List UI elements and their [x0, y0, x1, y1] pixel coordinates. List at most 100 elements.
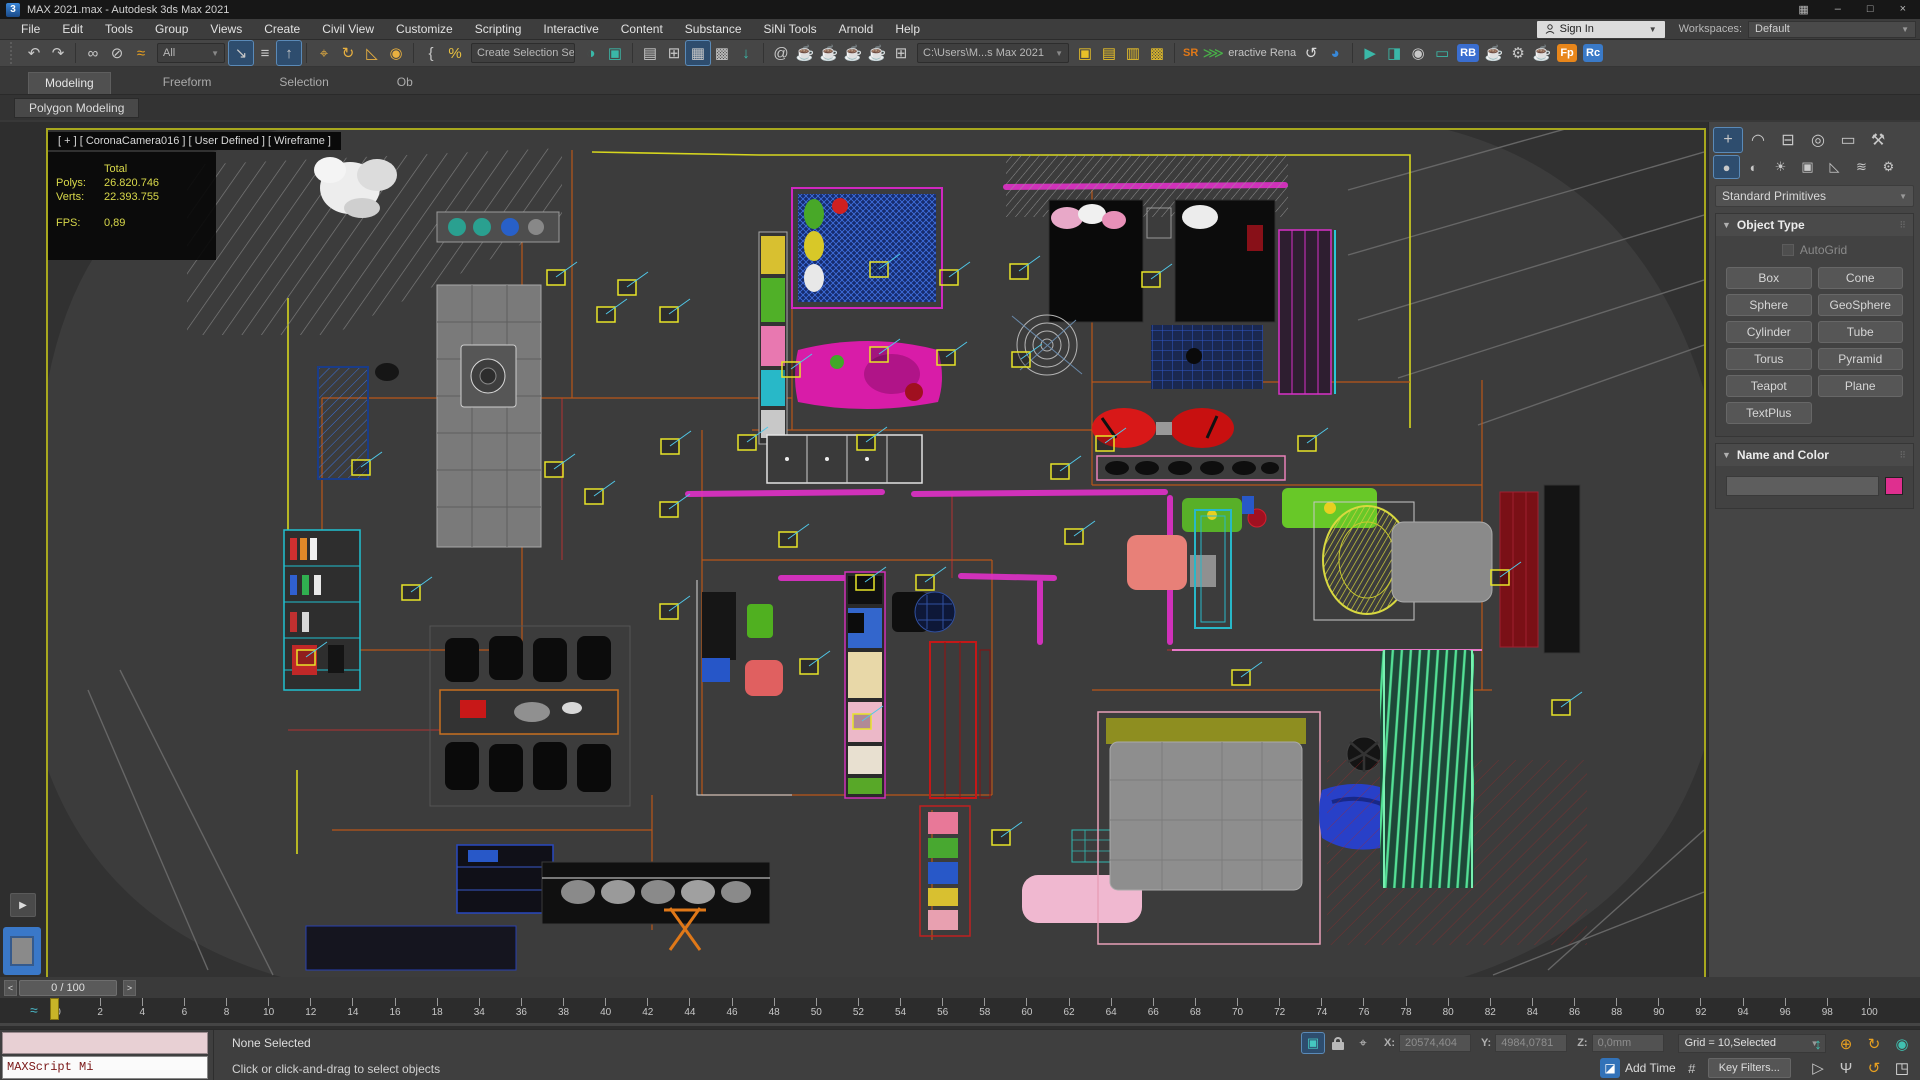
zoom-icon[interactable]: ↕ — [1804, 1032, 1832, 1056]
select-and-scale-icon[interactable]: ◺ — [360, 41, 384, 65]
ribbon-tab-modeling[interactable]: Modeling — [28, 72, 111, 94]
viewport[interactable]: [ + ] [ CoronaCamera016 ] [ User Defined… — [46, 128, 1706, 981]
select-by-name-icon[interactable]: ≡ — [253, 41, 277, 65]
select-object-icon[interactable]: ↘ — [228, 40, 254, 66]
name-color-rollout-header[interactable]: ▼ Name and Color ⠿ — [1716, 444, 1913, 466]
menu-item-scripting[interactable]: Scripting — [464, 20, 533, 38]
maximize-button[interactable]: □ — [1867, 3, 1874, 16]
primitive-button-teapot[interactable]: Teapot — [1726, 375, 1812, 397]
y-coordinate-field[interactable]: 4984,0781 — [1495, 1034, 1568, 1052]
select-and-rotate-icon[interactable]: ↻ — [336, 41, 360, 65]
display-tab[interactable]: ▭ — [1834, 128, 1862, 152]
primitive-button-cone[interactable]: Cone — [1817, 267, 1903, 289]
object-type-rollout-header[interactable]: ▼ Object Type ⠿ — [1716, 214, 1913, 236]
select-and-move-icon[interactable]: ⌖ — [312, 41, 336, 65]
viewport-canvas-icon[interactable]: ▭ — [1430, 41, 1454, 65]
hierarchy-tab[interactable]: ⊟ — [1774, 128, 1802, 152]
forest-pack-badge[interactable]: Fp — [1557, 44, 1578, 62]
menu-item-civil-view[interactable]: Civil View — [311, 20, 385, 38]
sign-in-button[interactable]: Sign In ▼ — [1536, 20, 1665, 38]
particle-view-icon[interactable]: ▩ — [1145, 41, 1169, 65]
mini-curve-editor-icon[interactable]: ≈ — [30, 1002, 38, 1018]
material-editor-icon[interactable]: ☕ — [793, 41, 817, 65]
align-icon[interactable]: ▣ — [603, 41, 627, 65]
motion-tab[interactable]: ◎ — [1804, 128, 1832, 152]
cameras-category[interactable]: ▣ — [1795, 156, 1820, 178]
lights-category[interactable]: ☀ — [1768, 156, 1793, 178]
maxscript-brace-icon[interactable]: { — [419, 41, 443, 65]
transform-type-in-icon[interactable]: ⌖ — [1352, 1033, 1374, 1053]
primitive-button-textplus[interactable]: TextPlus — [1726, 402, 1812, 424]
track-bar[interactable]: ≈ 02468101214161834363840424446485052545… — [0, 998, 1920, 1026]
named-selections-icon[interactable]: @ — [769, 41, 793, 65]
schematic-view-icon[interactable]: ▣ — [1073, 41, 1097, 65]
previous-frame-button[interactable]: < — [4, 979, 17, 996]
menu-item-edit[interactable]: Edit — [51, 20, 94, 38]
render-preview-windows-icon[interactable]: ⊞ — [889, 41, 913, 65]
ribbon-tab-ob[interactable]: Ob — [381, 72, 429, 94]
dashed-gear-icon[interactable]: ⚙ — [1506, 41, 1530, 65]
primitive-button-tube[interactable]: Tube — [1817, 321, 1903, 343]
menu-item-file[interactable]: File — [10, 20, 51, 38]
modify-tab[interactable]: ◠ — [1744, 128, 1772, 152]
named-selection-set-combo[interactable]: Create Selection Se▼ — [471, 43, 575, 63]
z-coordinate-field[interactable]: 0,0mm — [1591, 1034, 1664, 1052]
curve-editor-icon[interactable]: ▤ — [1097, 41, 1121, 65]
menu-item-help[interactable]: Help — [884, 20, 931, 38]
utilities-tab[interactable]: ⚒ — [1864, 128, 1892, 152]
zoom-extents-icon[interactable]: ◉ — [1888, 1032, 1916, 1056]
maxscript-mini-listener[interactable]: MAXScript Mi — [2, 1056, 208, 1079]
primitive-button-box[interactable]: Box — [1726, 267, 1812, 289]
state-sets-icon[interactable]: ▶ — [1358, 41, 1382, 65]
menu-item-create[interactable]: Create — [253, 20, 311, 38]
shapes-category[interactable]: ◐ — [1741, 156, 1766, 178]
walk-through-icon[interactable]: Ψ — [1832, 1056, 1860, 1080]
redo-icon[interactable]: ↷ — [46, 41, 70, 65]
select-placement-icon[interactable]: ◉ — [384, 41, 408, 65]
menu-item-customize[interactable]: Customize — [385, 20, 464, 38]
menu-item-substance[interactable]: Substance — [674, 20, 753, 38]
close-button[interactable]: × — [1900, 3, 1906, 16]
preview-grab-icon[interactable]: ◨ — [1382, 41, 1406, 65]
object-color-swatch[interactable] — [1885, 477, 1903, 495]
primitive-button-pyramid[interactable]: Pyramid — [1817, 348, 1903, 370]
isolate-selection-toggle[interactable]: ▣ — [1301, 1032, 1325, 1054]
manage-layers-icon[interactable]: ▤ — [638, 41, 662, 65]
primitives-category-dropdown[interactable]: Standard Primitives ▼ — [1715, 185, 1914, 207]
toggle-scene-explorer-icon[interactable]: ▦ — [685, 40, 711, 66]
viewport-label[interactable]: [ + ] [ CoronaCamera016 ] [ User Defined… — [48, 132, 341, 150]
menu-item-arnold[interactable]: Arnold — [828, 20, 885, 38]
railclone-badge[interactable]: Rc — [1583, 44, 1604, 62]
white-teapot-icon[interactable]: ☕ — [1530, 41, 1554, 65]
scene-explorer-flyout-button[interactable]: ▶ — [10, 893, 36, 917]
workspace-dropdown[interactable]: Default ▼ — [1748, 20, 1916, 38]
time-slider-handle[interactable] — [50, 998, 59, 1020]
unlink-selection-icon[interactable]: ⊘ — [105, 41, 129, 65]
render-production-icon[interactable]: ☕ — [865, 41, 889, 65]
menu-item-content[interactable]: Content — [610, 20, 674, 38]
rendered-frame-window-icon[interactable]: ☕ — [841, 41, 865, 65]
selection-lock-icon[interactable] — [1332, 1036, 1344, 1050]
menu-item-tools[interactable]: Tools — [94, 20, 144, 38]
rb-plugin-badge[interactable]: RB — [1457, 44, 1480, 62]
time-slider[interactable]: 0 / 100 — [19, 979, 117, 996]
orbit-camera-icon[interactable]: ↻ — [1860, 1032, 1888, 1056]
create-tab[interactable]: + — [1713, 127, 1743, 153]
maximize-viewport-icon[interactable]: ◳ — [1888, 1056, 1916, 1080]
select-region-icon[interactable]: ↑ — [276, 40, 302, 66]
teapot-outline-icon[interactable]: ☕ — [1482, 41, 1506, 65]
primitive-button-cylinder[interactable]: Cylinder — [1726, 321, 1812, 343]
floor-plan-wireframe[interactable] — [48, 130, 1704, 979]
primitive-button-sphere[interactable]: Sphere — [1726, 294, 1812, 316]
orbit-subobject-icon[interactable]: ↺ — [1860, 1056, 1888, 1080]
systems-category[interactable]: ⚙ — [1876, 156, 1901, 178]
bind-to-space-warp-icon[interactable]: ≈ — [129, 41, 153, 65]
add-time-tag-icon[interactable]: ◪ — [1600, 1058, 1620, 1078]
object-name-input[interactable] — [1726, 476, 1879, 496]
ribbon-tab-selection[interactable]: Selection — [263, 72, 344, 94]
autogrid-checkbox[interactable] — [1781, 244, 1794, 256]
fov-icon[interactable]: ▷ — [1804, 1056, 1832, 1080]
ribbon-tab-freeform[interactable]: Freeform — [147, 72, 228, 94]
pan-camera-icon[interactable]: ⊕ — [1832, 1032, 1860, 1056]
layer-explorer-icon[interactable]: ▩ — [710, 41, 734, 65]
